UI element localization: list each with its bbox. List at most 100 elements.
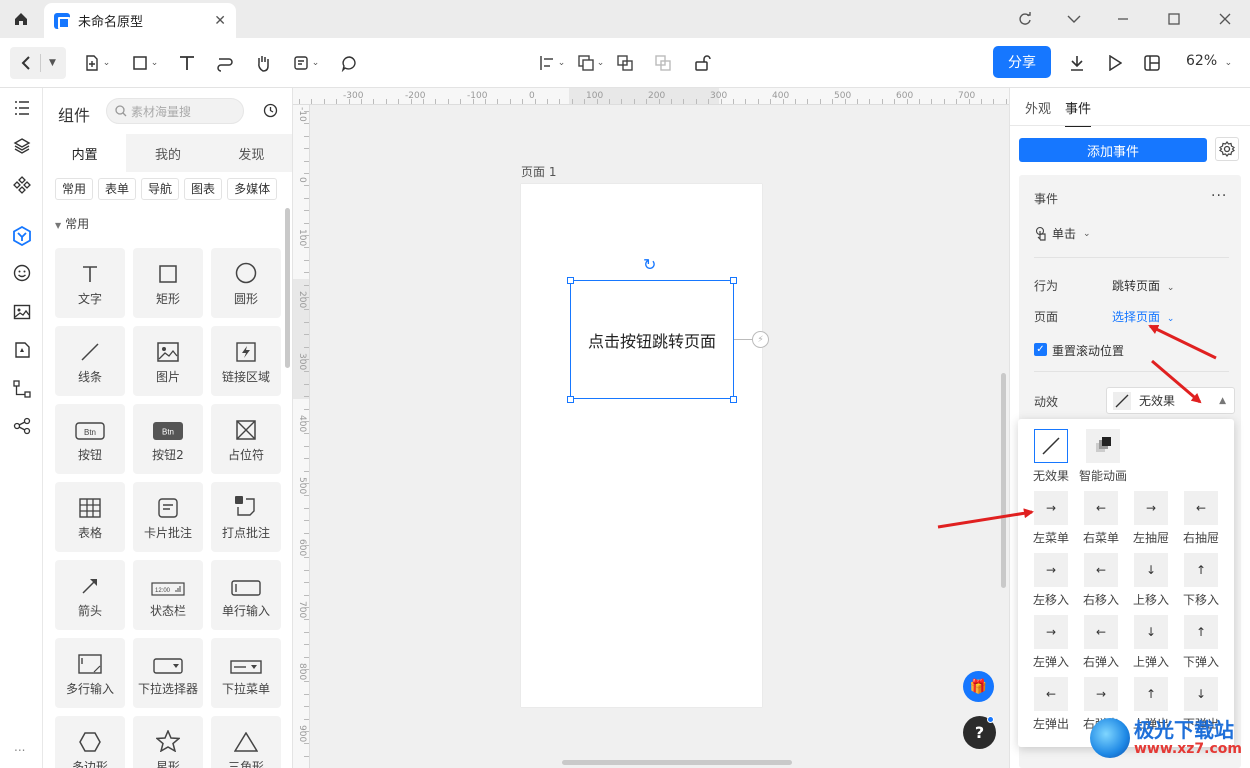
gift-button[interactable]: 🎁: [963, 671, 994, 702]
tab-mine[interactable]: 我的: [126, 134, 210, 172]
tab-close-icon[interactable]: ✕: [214, 13, 226, 29]
back-button[interactable]: ▼: [10, 47, 66, 79]
component-table[interactable]: 表格: [55, 482, 125, 552]
selected-text-element[interactable]: 点击按钮跳转页面: [570, 280, 734, 399]
component-button[interactable]: Btn 按钮: [55, 404, 125, 474]
tab-events[interactable]: 事件: [1065, 98, 1092, 127]
component-single-input[interactable]: 单行输入: [211, 560, 281, 630]
component-text[interactable]: 文字: [55, 248, 125, 318]
group-button[interactable]: [614, 47, 636, 79]
chip-chart[interactable]: 图表: [184, 178, 223, 200]
artboard-page[interactable]: [521, 184, 762, 707]
chip-media[interactable]: 多媒体: [227, 178, 278, 200]
preview-button[interactable]: [1104, 47, 1126, 79]
minimize-button[interactable]: [1098, 0, 1148, 38]
component-star[interactable]: 星形: [133, 716, 203, 768]
component-arrow[interactable]: 箭头: [55, 560, 125, 630]
lock-button[interactable]: [692, 47, 714, 79]
search-input[interactable]: 素材海量搜: [106, 98, 244, 124]
component-multi-input[interactable]: 多行输入: [55, 638, 125, 708]
menu-dropdown-button[interactable]: [1049, 0, 1099, 38]
anim-option[interactable]: ↑ 下移入: [1176, 553, 1226, 608]
arrange-button[interactable]: ⌄: [574, 47, 608, 79]
anim-option-none[interactable]: 无效果: [1026, 429, 1076, 484]
canvas-horizontal-scrollbar[interactable]: [562, 760, 792, 765]
page-select[interactable]: 选择页面 ⌄: [1112, 308, 1174, 325]
outline-icon[interactable]: [10, 96, 34, 120]
component-dot-note[interactable]: 打点批注: [211, 482, 281, 552]
section-header[interactable]: ▼ 常用: [55, 215, 89, 232]
anim-option[interactable]: ← 左弹出: [1026, 677, 1076, 732]
more-options-icon[interactable]: ...: [1211, 184, 1227, 200]
component-status-bar[interactable]: 12:00 状态栏: [133, 560, 203, 630]
chip-nav[interactable]: 导航: [141, 178, 180, 200]
add-page-button[interactable]: ⌄: [80, 47, 114, 79]
zoom-select[interactable]: 62% ⌄: [1186, 53, 1232, 69]
resize-handle[interactable]: [730, 396, 737, 403]
design-canvas[interactable]: 页面 1 ↻ 点击按钮跳转页面 ⚡ 🎁 ?: [310, 105, 1009, 768]
components-icon[interactable]: [10, 173, 34, 197]
refresh-button[interactable]: [1000, 0, 1050, 38]
connector-tool-button[interactable]: [214, 47, 236, 79]
component-rectangle[interactable]: 矩形: [133, 248, 203, 318]
history-caret-icon[interactable]: ▼: [49, 58, 56, 68]
anim-option[interactable]: ← 右菜单: [1076, 491, 1126, 546]
hand-tool-button[interactable]: [252, 47, 274, 79]
component-line[interactable]: 线条: [55, 326, 125, 396]
brand-icon[interactable]: [10, 338, 34, 362]
shape-tool-button[interactable]: ⌄: [128, 47, 162, 79]
tab-builtin[interactable]: 内置: [43, 134, 127, 172]
resize-handle[interactable]: [567, 396, 574, 403]
share-node-icon[interactable]: [10, 414, 34, 438]
maximize-button[interactable]: [1149, 0, 1199, 38]
history-icon[interactable]: [263, 103, 278, 121]
home-button[interactable]: [0, 0, 42, 38]
resize-handle[interactable]: [730, 277, 737, 284]
flow-icon[interactable]: [10, 377, 34, 401]
trigger-select[interactable]: 单击 ⌄: [1034, 225, 1091, 242]
chip-form[interactable]: 表单: [98, 178, 137, 200]
anim-option[interactable]: ← 右抽屉: [1176, 491, 1226, 546]
anim-option-smart[interactable]: 智能动画: [1078, 429, 1128, 484]
anim-option[interactable]: ↑ 下弹入: [1176, 615, 1226, 670]
emoji-icon[interactable]: [10, 261, 34, 285]
share-button[interactable]: 分享: [993, 46, 1051, 78]
component-polygon[interactable]: 多边形: [55, 716, 125, 768]
component-image[interactable]: 图片: [133, 326, 203, 396]
component-button2[interactable]: Btn 按钮2: [133, 404, 203, 474]
add-event-button[interactable]: 添加事件: [1019, 138, 1207, 162]
component-dropdown-picker[interactable]: 下拉选择器: [133, 638, 203, 708]
close-window-button[interactable]: [1200, 0, 1250, 38]
more-icon[interactable]: ...: [14, 740, 25, 754]
reset-scroll-checkbox[interactable]: ✓: [1034, 343, 1047, 356]
component-card-note[interactable]: 卡片批注: [133, 482, 203, 552]
image-icon[interactable]: [10, 300, 34, 324]
text-tool-button[interactable]: [176, 47, 198, 79]
link-point-icon[interactable]: ⚡: [752, 331, 769, 348]
tab-discover[interactable]: 发现: [209, 134, 292, 172]
component-dropdown-menu[interactable]: 下拉菜单: [211, 638, 281, 708]
comment-tool-button[interactable]: [338, 47, 360, 79]
tab-appearance[interactable]: 外观: [1025, 98, 1051, 127]
layout-button[interactable]: [1141, 47, 1163, 79]
anim-option[interactable]: ← 右弹入: [1076, 615, 1126, 670]
chip-common[interactable]: 常用: [55, 178, 94, 200]
component-placeholder[interactable]: 占位符: [211, 404, 281, 474]
widgets-icon[interactable]: [10, 224, 34, 248]
anim-option[interactable]: ↓ 上移入: [1126, 553, 1176, 608]
component-link-area[interactable]: 链接区域: [211, 326, 281, 396]
layers-icon[interactable]: [10, 134, 34, 158]
anim-option[interactable]: → 左弹入: [1026, 615, 1076, 670]
align-button[interactable]: ⌄: [535, 47, 569, 79]
canvas-vertical-scrollbar[interactable]: [1001, 373, 1006, 588]
resize-handle[interactable]: [567, 277, 574, 284]
anim-option[interactable]: → 左菜单: [1026, 491, 1076, 546]
anim-option[interactable]: ← 右移入: [1076, 553, 1126, 608]
anim-option[interactable]: → 左移入: [1026, 553, 1076, 608]
action-select[interactable]: 跳转页面 ⌄: [1112, 277, 1174, 294]
animation-select[interactable]: 无效果 ▲: [1106, 387, 1235, 414]
note-tool-button[interactable]: ⌄: [289, 47, 323, 79]
document-tab[interactable]: 未命名原型 ✕: [44, 3, 236, 38]
event-settings-button[interactable]: [1215, 137, 1239, 161]
anim-option[interactable]: → 左抽屉: [1126, 491, 1176, 546]
